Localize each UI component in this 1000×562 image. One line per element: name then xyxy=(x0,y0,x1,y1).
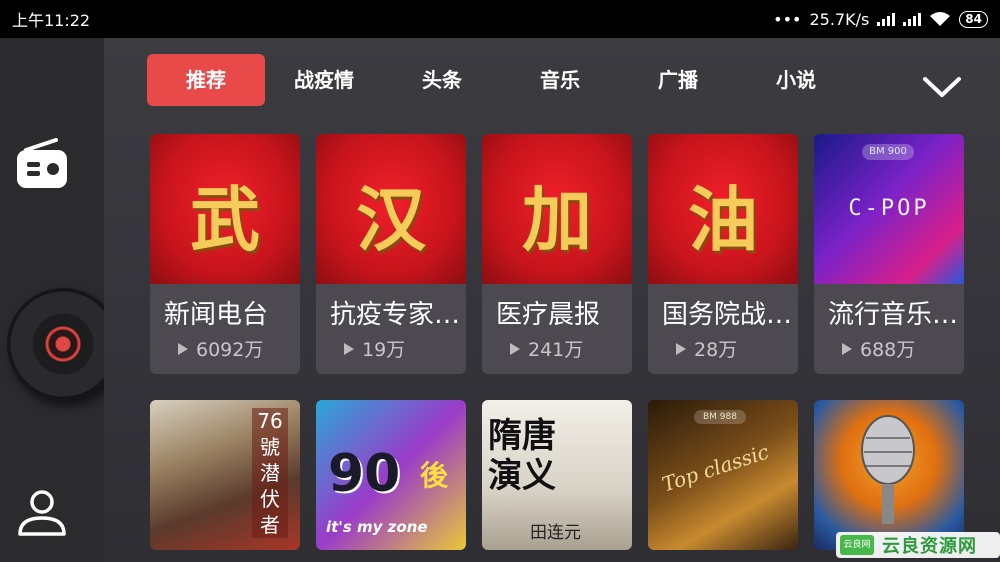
play-icon xyxy=(510,342,520,355)
notification-dots: ••• xyxy=(773,9,802,29)
card-title: 流行音乐… xyxy=(828,300,959,330)
microphone-icon xyxy=(861,415,915,524)
cover-text: 隋唐演义 xyxy=(488,416,556,496)
play-icon xyxy=(842,342,852,355)
now-playing-disc[interactable] xyxy=(7,288,119,400)
chevron-down-icon[interactable] xyxy=(922,74,962,100)
cover-badge: BM 988 xyxy=(694,410,746,424)
play-count: 28万 xyxy=(676,335,798,362)
program-card[interactable]: 武 新闻电台 6092万 xyxy=(150,134,300,374)
wifi-icon xyxy=(930,12,951,26)
cover-text: 汉 xyxy=(356,178,426,261)
user-icon[interactable] xyxy=(17,488,67,538)
category-tabs: 推荐 战疫情 头条 音乐 广播 小说 xyxy=(147,54,855,106)
watermark-logo: 云良网 xyxy=(840,535,874,555)
play-count-value: 241万 xyxy=(528,339,584,361)
play-count-value: 19万 xyxy=(362,339,406,361)
watermark: 云良网 云良资源网 xyxy=(836,532,1000,558)
card-cover: 汉 xyxy=(316,134,466,284)
card-title: 医疗晨报 xyxy=(496,300,601,330)
main-content: 推荐 战疫情 头条 音乐 广播 小说 武 新闻电台 6092万 汉 抗疫专家… … xyxy=(104,38,1000,562)
card-cover: 隋唐演义 田连元 xyxy=(482,400,632,550)
signal-icon xyxy=(877,12,896,26)
cover-text: it's my zone xyxy=(326,518,428,536)
tab-recommend[interactable]: 推荐 xyxy=(147,54,265,106)
tab-broadcast[interactable]: 广播 xyxy=(619,54,737,106)
play-icon xyxy=(676,342,686,355)
card-title: 新闻电台 xyxy=(164,300,269,330)
card-cover: BM 988 Top classic xyxy=(648,400,798,550)
program-card[interactable]: 汉 抗疫专家… 19万 xyxy=(316,134,466,374)
play-count-value: 28万 xyxy=(694,339,738,361)
cover-text: 加 xyxy=(522,178,592,261)
battery-indicator: 84 xyxy=(959,10,988,28)
cover-text: 90 xyxy=(328,444,401,504)
cover-text: Top classic xyxy=(658,439,772,497)
program-card[interactable]: BM 900 C-POP 流行音乐… 688万 xyxy=(814,134,964,374)
program-card[interactable]: 加 医疗晨报 241万 xyxy=(482,134,632,374)
network-speed: 25.7K/s xyxy=(809,9,870,29)
play-count: 241万 xyxy=(510,335,632,362)
card-title: 抗疫专家… xyxy=(330,300,461,330)
signal-icon xyxy=(903,12,922,26)
card-cover xyxy=(814,400,964,550)
cover-text: 武 xyxy=(190,178,260,261)
sidebar xyxy=(0,38,119,562)
cover-text: 田连元 xyxy=(530,523,581,543)
program-card[interactable]: 76號潜伏者 xyxy=(150,400,300,550)
card-cover: 76號潜伏者 xyxy=(150,400,300,550)
program-card[interactable] xyxy=(814,400,964,550)
card-title: 国务院战… xyxy=(662,300,793,330)
cover-text: 76號潜伏者 xyxy=(252,408,288,538)
play-count: 688万 xyxy=(842,335,964,362)
card-cover: BM 900 C-POP xyxy=(814,134,964,284)
card-cover: 加 xyxy=(482,134,632,284)
card-cover: 武 xyxy=(150,134,300,284)
watermark-text: 云良资源网 xyxy=(882,536,977,557)
cover-text: 後 xyxy=(420,459,449,492)
program-card[interactable]: 隋唐演义 田连元 xyxy=(482,400,632,550)
cover-text: C-POP xyxy=(848,196,930,221)
radio-icon[interactable] xyxy=(16,136,68,192)
status-bar: 上午11:22 ••• 25.7K/s 84 xyxy=(0,0,1000,38)
cover-text: 油 xyxy=(688,178,758,261)
play-count: 19万 xyxy=(344,335,466,362)
tab-headlines[interactable]: 头条 xyxy=(383,54,501,106)
clock: 上午11:22 xyxy=(12,11,91,30)
program-card[interactable]: 油 国务院战… 28万 xyxy=(648,134,798,374)
program-card[interactable]: 90 後 it's my zone xyxy=(316,400,466,550)
play-icon xyxy=(178,342,188,355)
program-card[interactable]: BM 988 Top classic xyxy=(648,400,798,550)
cover-badge: BM 900 xyxy=(862,144,914,160)
tab-music[interactable]: 音乐 xyxy=(501,54,619,106)
tab-epidemic[interactable]: 战疫情 xyxy=(265,54,383,106)
card-cover: 90 後 it's my zone xyxy=(316,400,466,550)
status-indicators: ••• 25.7K/s 84 xyxy=(773,10,988,29)
play-count-value: 6092万 xyxy=(196,339,264,361)
play-count: 6092万 xyxy=(178,335,300,362)
play-count-value: 688万 xyxy=(860,339,916,361)
card-cover: 油 xyxy=(648,134,798,284)
play-icon xyxy=(344,342,354,355)
tab-novels[interactable]: 小说 xyxy=(737,54,855,106)
